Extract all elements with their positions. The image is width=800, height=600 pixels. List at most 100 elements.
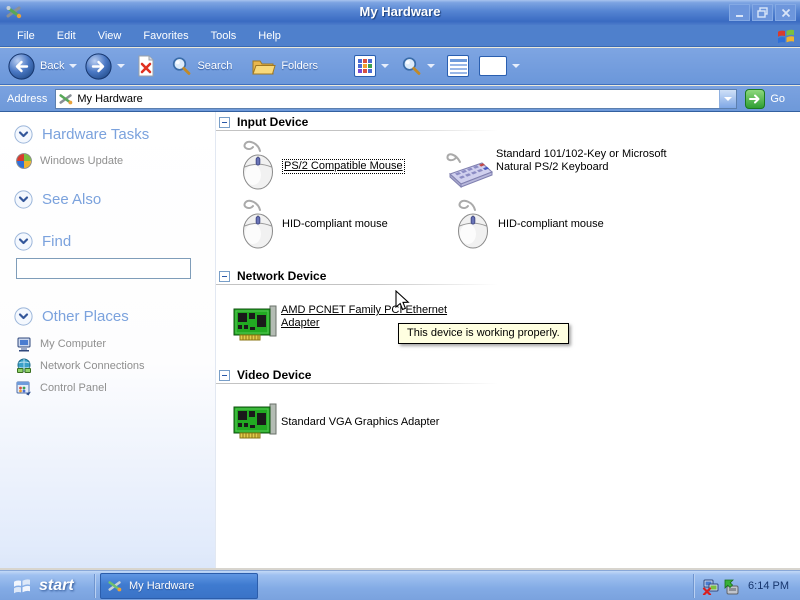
restore-button[interactable]	[752, 4, 773, 21]
mouse-icon[interactable]	[453, 198, 493, 250]
section-title: Input Device	[237, 115, 308, 129]
system-tray: 6:14 PM	[693, 571, 800, 600]
device-label-ps2-mouse[interactable]: PS/2 Compatible Mouse	[282, 159, 405, 174]
control-panel-icon	[16, 380, 32, 396]
folders-button[interactable]: Folders	[252, 56, 318, 76]
sidebar-section-other-places[interactable]: Other Places	[14, 307, 129, 326]
device-status-tooltip: This device is working properly.	[398, 323, 569, 344]
back-icon	[8, 53, 35, 80]
menu-edit[interactable]: Edit	[46, 25, 87, 47]
stop-icon	[137, 55, 155, 77]
section-title: Find	[42, 233, 71, 250]
chevron-down-icon	[14, 190, 33, 209]
collapse-icon[interactable]	[219, 271, 230, 282]
mouse-icon[interactable]	[238, 198, 278, 250]
section-title: Video Device	[237, 368, 311, 382]
network-error-tray-icon[interactable]	[702, 578, 719, 595]
section-title: Network Device	[237, 269, 326, 283]
safely-remove-tray-icon[interactable]	[723, 578, 740, 595]
video-card-icon[interactable]	[232, 400, 278, 442]
menu-tools[interactable]: Tools	[200, 25, 248, 47]
folders-icon	[252, 56, 276, 76]
mouse-icon[interactable]	[238, 139, 278, 191]
toolbar: Back Search	[0, 48, 800, 85]
device-list: Input Device PS/2 Compatible Mouse	[216, 112, 800, 568]
taskbar-clock[interactable]: 6:14 PM	[748, 580, 789, 592]
device-label-hid-mouse-2[interactable]: HID-compliant mouse	[498, 218, 604, 231]
hardware-window-icon	[59, 92, 73, 106]
chevron-down-icon	[14, 125, 33, 144]
views-button[interactable]	[354, 55, 389, 77]
menu-help[interactable]: Help	[247, 25, 292, 47]
sidebar-section-find[interactable]: Find	[14, 232, 71, 251]
start-flag-icon	[12, 576, 32, 596]
address-dropdown-button[interactable]	[719, 90, 736, 108]
section-separator	[216, 130, 498, 131]
forward-button[interactable]	[85, 53, 125, 80]
network-card-icon[interactable]	[232, 302, 278, 344]
list-view-icon	[450, 59, 467, 74]
go-button[interactable]	[745, 89, 765, 109]
sidebar-item-label: Network Connections	[40, 360, 145, 372]
minimize-icon	[735, 8, 745, 18]
back-button[interactable]: Back	[8, 53, 77, 80]
folders-label: Folders	[281, 60, 318, 72]
minimize-button[interactable]	[729, 4, 750, 21]
device-label-vga-adapter[interactable]: Standard VGA Graphics Adapter	[281, 416, 439, 429]
sidebar-section-see-also[interactable]: See Also	[14, 190, 101, 209]
menubar: File Edit View Favorites Tools Help	[0, 25, 800, 47]
menu-view[interactable]: View	[87, 25, 133, 47]
collapse-icon[interactable]	[219, 117, 230, 128]
close-button[interactable]	[775, 4, 796, 21]
hardware-window-icon	[108, 579, 122, 593]
device-label-hid-mouse-1[interactable]: HID-compliant mouse	[282, 218, 388, 231]
zoom-dropdown-icon[interactable]	[427, 64, 435, 68]
sidebar-section-hardware-tasks[interactable]: Hardware Tasks	[14, 125, 149, 144]
tray-divider	[693, 574, 694, 598]
search-label: Search	[197, 60, 232, 72]
go-label: Go	[770, 93, 785, 105]
menu-file[interactable]: File	[6, 25, 46, 47]
sidebar-item-my-computer[interactable]: My Computer	[16, 336, 106, 352]
views-dropdown-icon[interactable]	[381, 64, 389, 68]
list-view-button[interactable]	[447, 55, 469, 77]
mouse-cursor-icon	[395, 290, 410, 312]
forward-icon	[85, 53, 112, 80]
sidebar-item-network-connections[interactable]: Network Connections	[16, 358, 145, 374]
dropdown-icon	[724, 97, 732, 101]
titlebar[interactable]: My Hardware	[0, 0, 800, 25]
zoom-button[interactable]	[401, 56, 435, 77]
collapse-icon[interactable]	[219, 370, 230, 381]
task-button-my-hardware[interactable]: My Hardware	[100, 573, 258, 599]
stop-button[interactable]	[137, 55, 155, 77]
sidebar-item-control-panel[interactable]: Control Panel	[16, 380, 107, 396]
go-icon	[749, 93, 761, 105]
sidebar-item-label: Control Panel	[40, 382, 107, 394]
filter-button[interactable]	[479, 56, 520, 76]
chevron-down-icon	[14, 232, 33, 251]
address-combobox[interactable]: My Hardware	[55, 89, 737, 109]
forward-dropdown-icon[interactable]	[117, 64, 125, 68]
search-icon	[171, 56, 192, 77]
device-label-keyboard[interactable]: Standard 101/102-Key or Microsoft Natura…	[496, 148, 692, 174]
section-title: Other Places	[42, 308, 129, 325]
sidebar: Hardware Tasks Windows Update See Also F…	[0, 112, 216, 568]
windows-logo-icon	[776, 26, 796, 46]
sidebar-item-label: My Computer	[40, 338, 106, 350]
menu-favorites[interactable]: Favorites	[132, 25, 199, 47]
keyboard-icon[interactable]	[446, 150, 494, 190]
start-button[interactable]: start	[0, 571, 92, 600]
back-dropdown-icon[interactable]	[69, 64, 77, 68]
my-computer-icon	[16, 336, 32, 352]
search-button[interactable]: Search	[171, 56, 232, 77]
desktop: My Hardware File Edit View Favorites Too…	[0, 0, 800, 600]
restore-icon	[757, 7, 768, 18]
filter-dropdown-icon[interactable]	[512, 64, 520, 68]
chevron-down-icon	[14, 307, 33, 326]
start-label: start	[39, 577, 74, 595]
blank-box-icon	[479, 56, 507, 76]
sidebar-item-windows-update[interactable]: Windows Update	[16, 153, 123, 169]
find-input[interactable]	[16, 258, 191, 279]
section-header-network-device: Network Device	[219, 269, 326, 283]
windows-update-icon	[16, 153, 32, 169]
